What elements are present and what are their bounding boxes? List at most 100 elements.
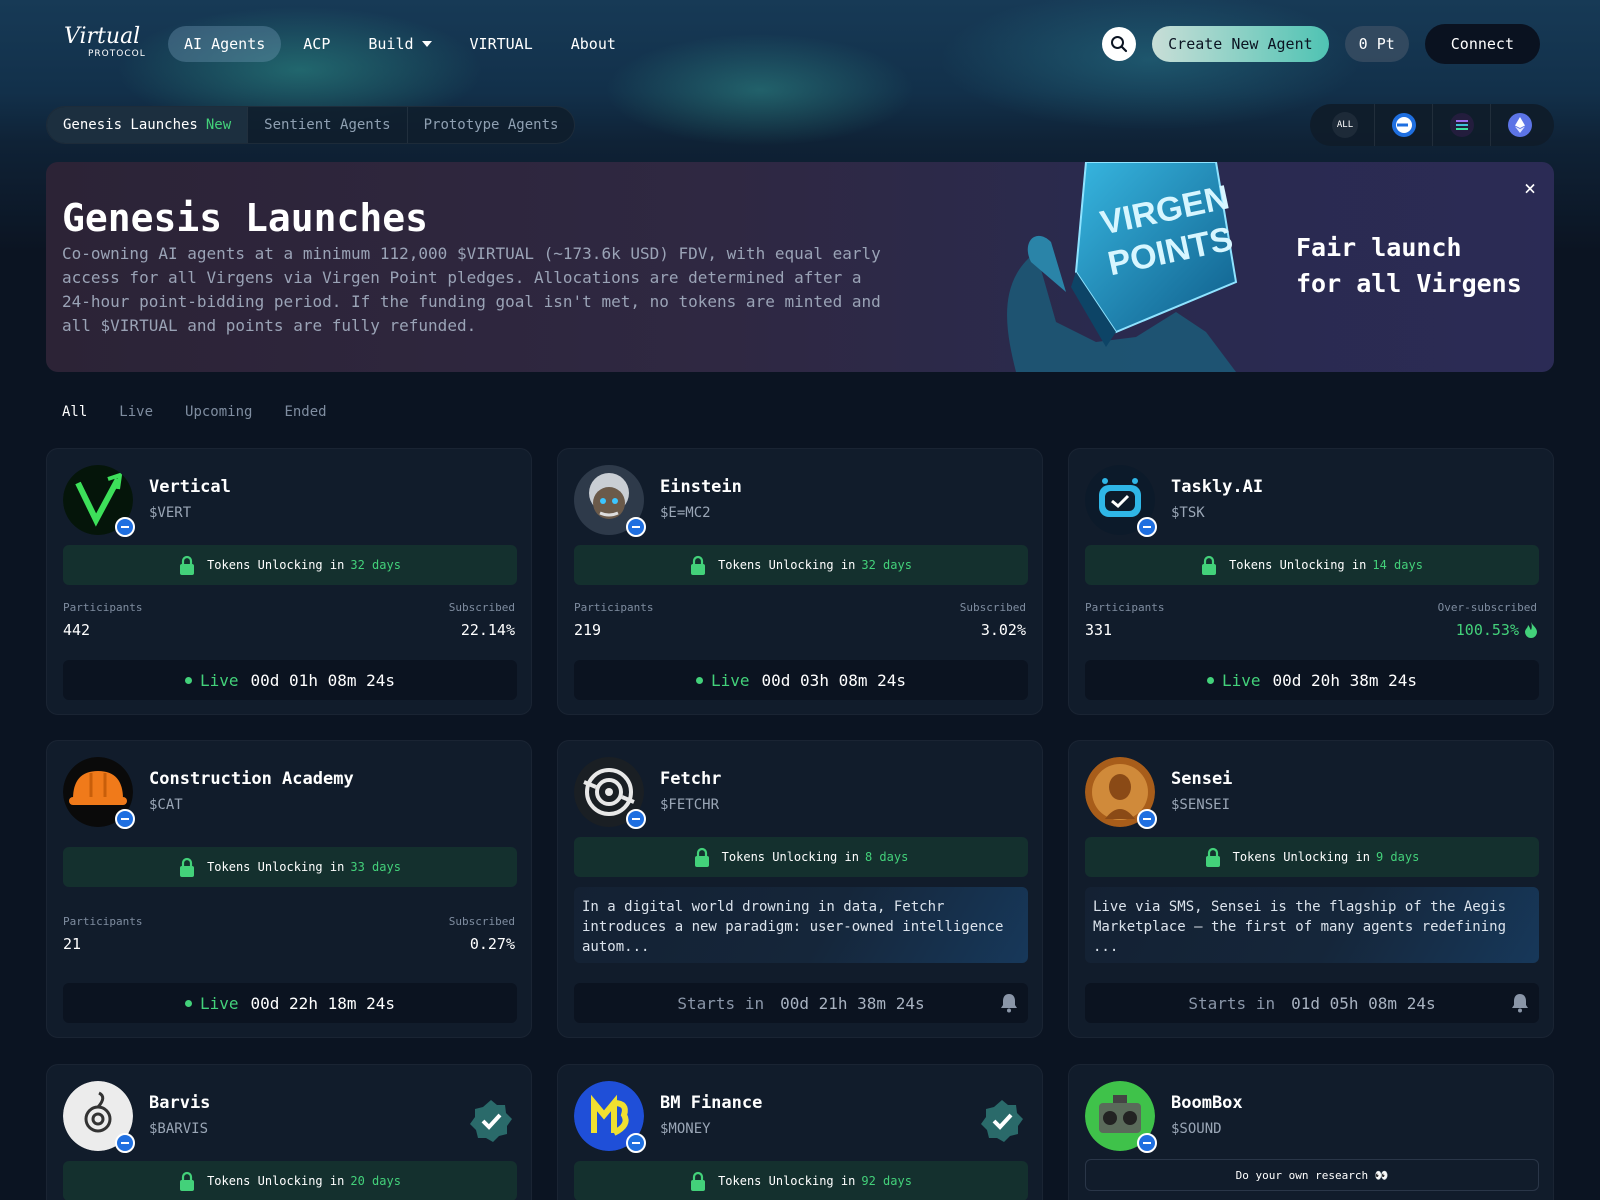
logo-script: Virtual	[64, 24, 141, 49]
agent-card-construction-academy[interactable]: Construction Academy $CAT Tokens Unlocki…	[46, 740, 532, 1038]
points-button[interactable]: 0 Pt	[1344, 26, 1409, 62]
agent-card-vertical[interactable]: Vertical $VERT Tokens Unlocking in 32 da…	[46, 448, 532, 715]
tab-live[interactable]: Live	[119, 404, 153, 420]
tab-upcoming[interactable]: Upcoming	[185, 404, 252, 420]
fire-icon	[1525, 622, 1537, 638]
lock-icon	[694, 847, 709, 867]
live-label: Live	[1221, 670, 1261, 690]
unlock-banner: Tokens Unlocking in 92 days	[574, 1161, 1028, 1200]
agent-ticker: $SENSEI	[1171, 797, 1231, 813]
logo[interactable]: Virtual PROTOCOL	[64, 22, 160, 64]
agent-card-barvis[interactable]: Barvis $BARVIS Tokens Unlocking in 20 da…	[46, 1064, 532, 1200]
genesis-banner: Genesis Launches Co-owning AI agents at …	[46, 162, 1554, 372]
agent-card-einstein[interactable]: Einstein $E=MC2 Tokens Unlocking in 32 d…	[557, 448, 1043, 715]
live-dot-icon	[184, 999, 192, 1007]
agent-ticker: $E=MC2	[660, 505, 711, 521]
chevron-down-icon	[421, 41, 432, 47]
countdown: 00d 21h 38m 24s	[780, 993, 925, 1013]
unlock-days: 9 days	[1375, 850, 1420, 864]
participants-value: 219	[574, 621, 602, 639]
live-label: Live	[710, 670, 750, 690]
subscribed-label: Subscribed	[448, 601, 515, 614]
unlock-banner: Tokens Unlocking in 8 days	[574, 837, 1028, 877]
tab-genesis-label: Genesis Launches	[63, 117, 198, 133]
subscribed-value: 0.27%	[469, 935, 515, 953]
participants-label: Participants	[1085, 601, 1165, 614]
nav-acp[interactable]: ACP	[287, 26, 346, 62]
agent-ticker: $BARVIS	[149, 1121, 209, 1137]
participants-value: 442	[63, 621, 91, 639]
live-timer: Live 00d 03h 08m 24s	[574, 660, 1028, 700]
chain-solana-option[interactable]	[1432, 104, 1490, 146]
tagline-line1: Fair launch	[1296, 233, 1462, 262]
tab-all[interactable]: All	[62, 404, 87, 420]
unlock-banner: Tokens Unlocking in 33 days	[63, 847, 517, 887]
agent-name: Einstein	[660, 477, 742, 497]
virgen-points-artwork: VIRGEN POINTS	[976, 162, 1276, 372]
status-filter-tabs: All Live Upcoming Ended	[62, 404, 327, 420]
bell-icon[interactable]	[1000, 993, 1018, 1013]
agent-ticker: $MONEY	[660, 1121, 711, 1137]
tab-genesis-launches[interactable]: Genesis Launches New	[47, 107, 248, 143]
agent-description: Live via SMS, Sensei is the flagship of …	[1085, 887, 1539, 963]
close-icon[interactable]: ×	[1524, 176, 1536, 200]
agent-description: In a digital world drowning in data, Fet…	[574, 887, 1028, 963]
base-chain-icon	[626, 517, 646, 537]
search-button[interactable]	[1102, 27, 1137, 61]
lock-icon	[691, 1171, 706, 1191]
agent-ticker: $CAT	[149, 797, 183, 813]
unlock-days: 32 days	[350, 558, 401, 572]
tab-prototype-agents[interactable]: Prototype Agents	[406, 107, 575, 143]
base-chain-icon	[1137, 809, 1157, 829]
nav-build[interactable]: Build	[352, 26, 447, 62]
unlock-banner: Tokens Unlocking in 32 days	[574, 545, 1028, 585]
tab-ended[interactable]: Ended	[284, 404, 326, 420]
agent-name: Construction Academy	[149, 769, 354, 789]
agent-card-bm-finance[interactable]: BM Finance $MONEY Tokens Unlocking in 92…	[557, 1064, 1043, 1200]
participants-label: Participants	[63, 601, 143, 614]
tab-sentient-agents[interactable]: Sentient Agents	[247, 107, 406, 143]
live-dot-icon	[1206, 676, 1214, 684]
banner-description: Co-owning AI agents at a minimum 112,000…	[62, 244, 881, 335]
agent-card-fetchr[interactable]: Fetchr $FETCHR Tokens Unlocking in 8 day…	[557, 740, 1043, 1038]
live-timer: Live 00d 20h 38m 24s	[1085, 660, 1539, 700]
base-chain-icon	[626, 809, 646, 829]
oversubscribed-label: Over-subscribed	[1437, 601, 1537, 614]
live-status: Live	[184, 993, 239, 1013]
nav-about[interactable]: About	[555, 26, 632, 62]
chain-ethereum-option[interactable]	[1490, 104, 1548, 146]
countdown: 00d 20h 38m 24s	[1272, 670, 1418, 690]
nav-build-label: Build	[368, 35, 414, 53]
nav-ai-agents[interactable]: AI Agents	[168, 26, 282, 62]
unlock-text: Tokens Unlocking in	[718, 1174, 856, 1188]
all-chains-label: ALL	[1332, 112, 1358, 138]
agent-card-taskly[interactable]: Taskly.AI $TSK Tokens Unlocking in 14 da…	[1068, 448, 1554, 715]
agent-card-boombox[interactable]: BoomBox $SOUND Do your own research 👀	[1068, 1064, 1554, 1200]
unlock-text: Tokens Unlocking in	[207, 1174, 345, 1188]
base-chain-icon	[115, 1133, 135, 1153]
unlock-text: Tokens Unlocking in	[1232, 850, 1370, 864]
connect-button[interactable]: Connect	[1424, 24, 1540, 64]
chain-all-option[interactable]: ALL	[1316, 104, 1374, 146]
live-label: Live	[199, 993, 239, 1013]
live-timer: Live 00d 01h 08m 24s	[63, 660, 517, 700]
agent-ticker: $SOUND	[1171, 1121, 1222, 1137]
chain-base-option[interactable]	[1374, 104, 1432, 146]
live-dot-icon	[695, 676, 703, 684]
base-chain-icon	[1137, 517, 1157, 537]
agent-name: BM Finance	[660, 1093, 763, 1113]
lock-icon	[180, 857, 195, 877]
bell-icon[interactable]	[1511, 993, 1529, 1013]
lock-icon	[180, 1171, 195, 1191]
lock-icon	[691, 555, 706, 575]
create-agent-button[interactable]: Create New Agent	[1152, 26, 1329, 62]
agent-name: Sensei	[1171, 769, 1233, 789]
live-status: Live	[695, 670, 750, 690]
base-chain-icon	[115, 517, 135, 537]
unlock-text: Tokens Unlocking in	[207, 558, 345, 572]
nav-virtual[interactable]: VIRTUAL	[454, 26, 549, 62]
unlock-banner: Tokens Unlocking in 9 days	[1085, 837, 1539, 877]
agent-card-sensei[interactable]: Sensei $SENSEI Tokens Unlocking in 9 day…	[1068, 740, 1554, 1038]
starts-label: Starts in	[677, 993, 765, 1013]
agent-ticker: $TSK	[1171, 505, 1205, 521]
